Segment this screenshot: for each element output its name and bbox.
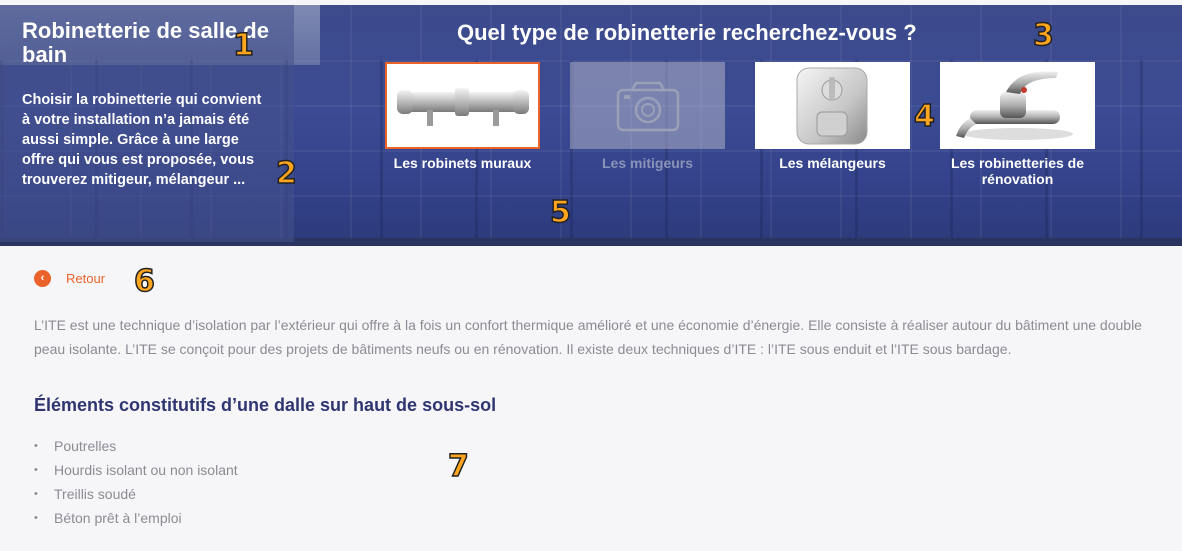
intro-paragraph: L’ITE est une technique d’isolation par … (34, 317, 1142, 357)
card-robinetteries-renovation[interactable]: Les robinetteries de rénovation (940, 62, 1095, 187)
annotation-marker: 5 (549, 194, 571, 231)
camera-icon (616, 81, 680, 132)
components-list: • Poutrelles • Hourdis isolant ou non isol… (34, 434, 238, 530)
bullet-icon: • (34, 464, 38, 476)
annotation-marker: 6 (133, 263, 155, 300)
bullet-icon: • (34, 512, 38, 524)
back-label: Retour (66, 271, 106, 286)
annotation-marker: 1 (232, 27, 254, 64)
bullet-icon: • (34, 488, 38, 500)
annotation-marker: 7 (447, 448, 469, 485)
hero-description: Choisir la robinetterie qui convient à v… (22, 92, 262, 188)
list-item: • Treillis soudé (34, 482, 238, 506)
annotation-marker: 3 (1032, 17, 1054, 54)
list-item: • Béton prêt à l’emploi (34, 506, 238, 530)
list-item: • Poutrelles (34, 434, 238, 458)
list-item-text: Hourdis isolant ou non isolant (54, 462, 238, 478)
card-image (570, 62, 725, 149)
section-heading: Éléments constitutifs d’une dalle sur ha… (34, 395, 497, 415)
back-link[interactable]: ‹ Retour (34, 270, 105, 287)
card-label: Les mitigeurs (601, 155, 694, 171)
card-robinets-muraux[interactable]: Les robinets muraux (385, 62, 540, 171)
card-image (755, 62, 910, 149)
card-label: Les robinetteries de rénovation (950, 155, 1085, 187)
card-image (940, 62, 1095, 149)
thermostatic-valve-image (397, 88, 529, 126)
bullet-icon: • (34, 440, 38, 452)
card-label: Les robinets muraux (393, 155, 532, 171)
concealed-mixer-image (796, 67, 868, 145)
annotation-marker: 4 (913, 98, 935, 135)
list-item-text: Treillis soudé (54, 486, 136, 502)
card-melangeurs[interactable]: Les mélangeurs (755, 62, 910, 171)
card-mitigeurs[interactable]: Les mitigeurs (570, 62, 725, 171)
list-item-text: Béton prêt à l’emploi (54, 510, 182, 526)
annotation-marker: 2 (275, 155, 297, 192)
wall-mixer-tap-image (956, 71, 1073, 140)
list-item: • Hourdis isolant ou non isolant (34, 458, 238, 482)
card-image (385, 62, 540, 149)
chevron-left-icon: ‹ (34, 270, 51, 287)
hero-question: Quel type de robinetterie recherchez-vou… (457, 20, 917, 45)
list-item-text: Poutrelles (54, 438, 117, 454)
card-label: Les mélangeurs (779, 155, 886, 171)
